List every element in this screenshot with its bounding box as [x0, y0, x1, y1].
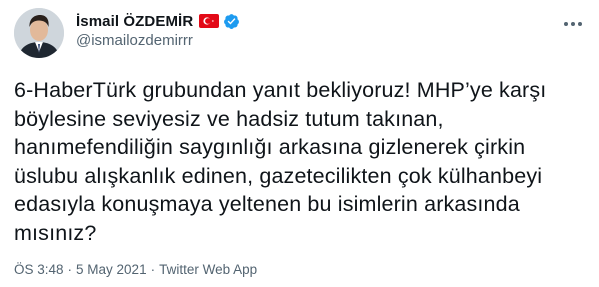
author-name-row: İsmail ÖZDEMİR [76, 10, 240, 32]
tweet-text: 6-HaberTürk grubundan yanıt bekliyoruz! … [14, 78, 547, 245]
more-dots-icon [564, 22, 582, 26]
tweet-date[interactable]: 5 May 2021 [76, 262, 147, 277]
tweet-metadata: ÖS 3:48 · 5 May 2021 · Twitter Web App [14, 262, 257, 277]
tweet-source[interactable]: Twitter Web App [159, 262, 257, 277]
more-options-button[interactable] [560, 14, 586, 34]
author-handle[interactable]: @ismailozdemirrr [76, 32, 193, 49]
meta-separator: · [150, 262, 156, 277]
meta-separator: · [67, 262, 73, 277]
author-display-name[interactable]: İsmail ÖZDEMİR [76, 13, 193, 30]
tweet-card: İsmail ÖZDEMİR @ismailozdemirrr 6-HaberT… [0, 0, 599, 287]
verified-badge-icon [223, 13, 240, 30]
avatar[interactable] [14, 8, 64, 58]
tweet-time[interactable]: ÖS 3:48 [14, 262, 64, 277]
turkey-flag-icon [199, 14, 220, 28]
